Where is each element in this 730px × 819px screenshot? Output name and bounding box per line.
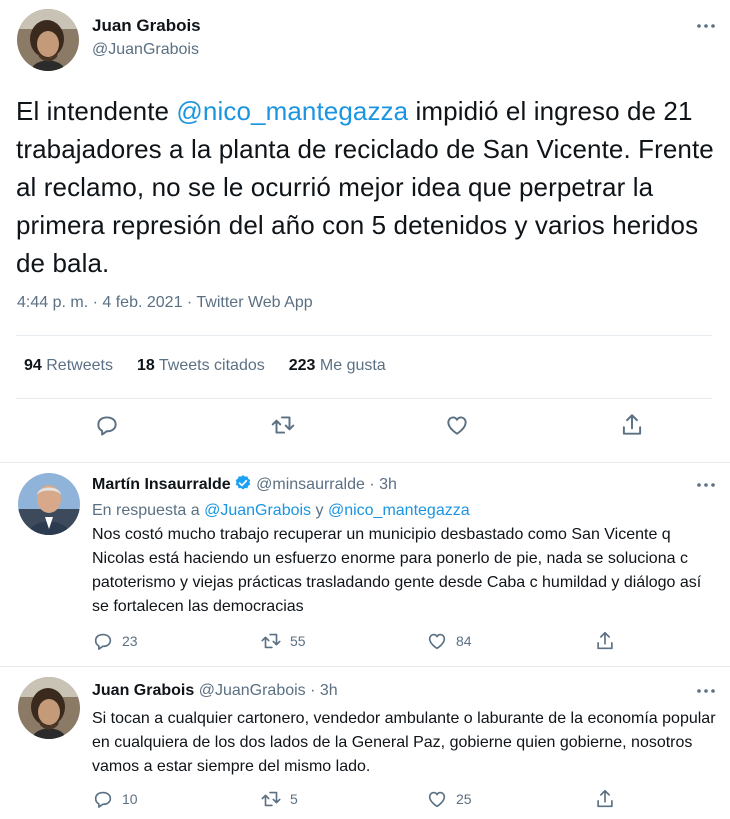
like-icon[interactable] <box>444 412 470 443</box>
meta-separator: · <box>369 476 375 493</box>
replying-and: y <box>315 502 324 519</box>
avatar[interactable] <box>18 677 80 739</box>
like-icon <box>428 633 446 650</box>
replying-to: En respuesta a @JuanGrabois y @nico_mant… <box>92 499 717 523</box>
tweet-stats: 94 Retweets 18 Tweets citados 223 Me gus… <box>24 357 386 375</box>
divider <box>16 335 712 336</box>
likes-count: 25 <box>456 791 472 807</box>
share-icon[interactable] <box>594 788 616 810</box>
author-name[interactable]: Juan Grabois <box>92 682 194 699</box>
reply-header: Martín Insaurralde @minsaurralde · 3h <box>92 474 397 497</box>
more-icon[interactable] <box>696 475 716 500</box>
like-action[interactable]: 25 <box>426 788 472 810</box>
likes-label: Me gusta <box>319 357 386 374</box>
avatar[interactable] <box>18 473 80 535</box>
reply-icon <box>94 791 112 808</box>
retweets-count: 94 <box>24 357 42 374</box>
reply-time[interactable]: 3h <box>320 682 338 699</box>
replies-count: 23 <box>122 633 138 649</box>
retweet-icon[interactable] <box>270 412 296 443</box>
retweets-count: 5 <box>290 791 298 807</box>
likes-count: 223 <box>288 357 316 374</box>
author-name[interactable]: Martín Insaurralde <box>92 476 231 493</box>
reply-icon <box>94 633 112 650</box>
share-icon[interactable] <box>594 630 616 652</box>
retweets-stat[interactable]: 94 Retweets <box>24 357 113 375</box>
retweets-count: 55 <box>290 633 306 649</box>
replying-prefix: En respuesta a <box>92 502 200 519</box>
reply-tweet[interactable]: Juan Grabois @JuanGrabois · 3h Si tocan … <box>0 667 730 819</box>
author-handle[interactable]: @minsaurralde <box>256 476 365 493</box>
meta-separator: · <box>92 294 98 311</box>
reply-text: Nos costó mucho trabajo recuperar un mun… <box>92 526 702 615</box>
avatar[interactable] <box>17 9 79 71</box>
tweet-meta: 4:44 p. m. · 4 feb. 2021 · Twitter Web A… <box>17 294 313 312</box>
reply-action[interactable]: 23 <box>92 630 138 652</box>
quotes-stat[interactable]: 18 Tweets citados <box>137 357 265 375</box>
mention-link[interactable]: @nico_mantegazza <box>176 96 408 126</box>
author-name[interactable]: Juan Grabois <box>92 16 201 36</box>
likes-count: 84 <box>456 633 472 649</box>
more-icon[interactable] <box>696 16 716 41</box>
retweet-icon <box>261 633 281 649</box>
retweets-label: Retweets <box>46 357 113 374</box>
reply-action[interactable]: 10 <box>92 788 138 810</box>
meta-separator: · <box>310 682 316 699</box>
reply-header: Juan Grabois @JuanGrabois · 3h <box>92 682 338 700</box>
divider <box>16 398 712 399</box>
author-handle[interactable]: @JuanGrabois <box>92 41 199 59</box>
retweet-action[interactable]: 5 <box>260 788 298 810</box>
reply-actions: 23 55 84 <box>92 630 632 654</box>
mention-link[interactable]: @JuanGrabois <box>204 502 311 519</box>
quotes-count: 18 <box>136 357 155 374</box>
author-handle[interactable]: @JuanGrabois <box>199 682 306 699</box>
like-icon <box>428 791 446 808</box>
reply-time[interactable]: 3h <box>379 476 397 493</box>
tweet-time[interactable]: 4:44 p. m. <box>17 294 88 311</box>
more-icon[interactable] <box>696 681 716 706</box>
tweet-source[interactable]: Twitter Web App <box>196 294 312 311</box>
share-icon[interactable] <box>619 412 645 443</box>
mention-link[interactable]: @nico_mantegazza <box>328 502 470 519</box>
tweet-actions <box>0 412 730 444</box>
tweet-text-part1: El intendente <box>16 96 177 126</box>
replies-count: 10 <box>122 791 138 807</box>
reply-icon[interactable] <box>94 412 120 443</box>
tweet-text: El intendente @nico_mantegazza impidió e… <box>16 92 721 282</box>
reply-text: Si tocan a cualquier cartonero, vendedor… <box>92 710 716 775</box>
like-action[interactable]: 84 <box>426 630 472 652</box>
retweet-icon <box>261 791 281 807</box>
main-tweet: Juan Grabois @JuanGrabois El intendente … <box>0 0 730 463</box>
reply-tweet[interactable]: Martín Insaurralde @minsaurralde · 3h En… <box>0 463 730 667</box>
reply-actions: 10 5 25 <box>92 788 632 812</box>
likes-stat[interactable]: 223 Me gusta <box>289 357 386 375</box>
tweet-date[interactable]: 4 feb. 2021 <box>102 294 182 311</box>
retweet-action[interactable]: 55 <box>260 630 306 652</box>
meta-separator: · <box>186 294 193 311</box>
verified-icon <box>234 474 252 497</box>
quotes-label: Tweets citados <box>158 357 265 374</box>
